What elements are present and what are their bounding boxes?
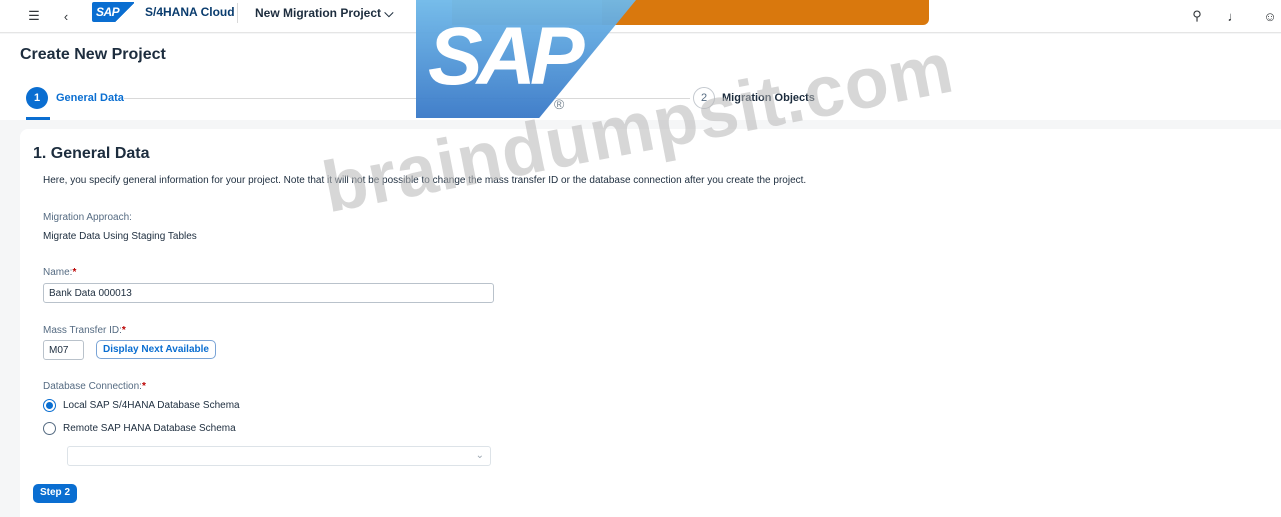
radio-remote-schema[interactable]: Remote SAP HANA Database Schema: [43, 422, 236, 435]
radio-dot: [46, 402, 53, 409]
radio-button-unselected[interactable]: [43, 422, 56, 435]
required-marker: *: [141, 381, 146, 392]
radio-local-schema[interactable]: Local SAP S/4HANA Database Schema: [43, 399, 240, 412]
hamburger-icon[interactable]: ☰: [26, 8, 42, 24]
bell-icon[interactable]: ♩: [1226, 8, 1242, 24]
migration-approach-value: Migrate Data Using Staging Tables: [43, 231, 197, 242]
name-input[interactable]: Bank Data 000013: [43, 283, 494, 303]
step-1-indicator[interactable]: 1: [26, 87, 48, 109]
chevron-left-icon[interactable]: ‹: [58, 8, 74, 24]
step-2-label[interactable]: Migration Objects: [722, 92, 815, 104]
radio-remote-label[interactable]: Remote SAP HANA Database Schema: [63, 423, 236, 434]
database-connection-label-text: Database Connection:: [43, 381, 142, 392]
page-header: Create New Project 1 General Data 2 Migr…: [0, 34, 1281, 120]
remote-schema-select[interactable]: ⌄: [67, 446, 491, 466]
registered-mark: ®: [554, 96, 565, 112]
mass-transfer-id-label: Mass Transfer ID:*: [43, 325, 126, 336]
page-title: Create New Project: [20, 46, 166, 63]
mass-transfer-id-label-text: Mass Transfer ID:: [43, 325, 122, 336]
user-icon[interactable]: ☺: [1262, 8, 1278, 24]
migration-approach-label: Migration Approach:: [43, 212, 132, 223]
name-label: Name:*: [43, 267, 76, 278]
name-label-text: Name:: [43, 267, 73, 278]
database-connection-label: Database Connection:*: [43, 381, 146, 392]
active-step-underline: [26, 117, 50, 120]
sap-logo[interactable]: SAP: [92, 2, 134, 22]
general-data-form: 1. General Data Here, you specify genera…: [20, 129, 1281, 517]
product-name: S/4HANA Cloud: [145, 5, 235, 19]
required-marker: *: [72, 267, 77, 278]
step-1-label[interactable]: General Data: [56, 92, 124, 104]
form-description: Here, you specify general information fo…: [43, 175, 807, 186]
section-title: 1. General Data: [33, 145, 150, 162]
step-2-indicator[interactable]: 2: [693, 87, 715, 109]
search-icon[interactable]: ⚲: [1189, 8, 1205, 24]
mass-transfer-id-input[interactable]: M07: [43, 340, 84, 360]
display-next-available-button[interactable]: Display Next Available: [96, 340, 216, 359]
app-title-menu[interactable]: New Migration Project ⌵: [255, 6, 393, 21]
shell-divider: [237, 3, 238, 23]
sap-logo-watermark: SAP ®: [416, 0, 636, 118]
sap-logo-watermark-text: SAP: [428, 11, 585, 102]
radio-button-selected[interactable]: [43, 399, 56, 412]
radio-local-label[interactable]: Local SAP S/4HANA Database Schema: [63, 400, 240, 411]
step-2-button[interactable]: Step 2: [33, 484, 78, 503]
chevron-down-icon: ⌄: [475, 450, 484, 461]
required-marker: *: [121, 325, 126, 336]
